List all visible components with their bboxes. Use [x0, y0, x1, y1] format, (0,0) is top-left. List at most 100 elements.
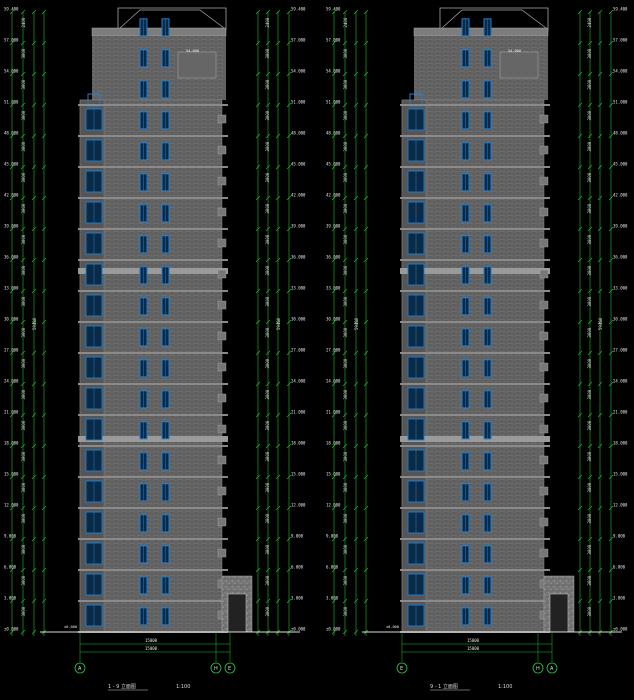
ac-unit	[217, 455, 227, 465]
elevation-label: 3.000	[291, 596, 304, 601]
floor-height-label: 3000	[343, 203, 348, 213]
elevation-label: 30.000	[326, 317, 341, 322]
ac-unit	[539, 300, 549, 310]
floor-slab	[78, 507, 228, 509]
ac-unit	[217, 424, 227, 434]
axis-label: H	[214, 666, 218, 672]
roof-elevation-label: 54.000	[186, 49, 199, 53]
floor-height-label: 3000	[265, 172, 270, 182]
axis-label: A	[550, 666, 554, 672]
elevation-label: 54.000	[613, 69, 628, 74]
floor-height-label: 3000	[587, 327, 592, 337]
floor-height-label: 3000	[265, 358, 270, 368]
floor-height-label: 3000	[343, 358, 348, 368]
floor-height-label: 3000	[587, 482, 592, 492]
elevation-label: 18.000	[291, 441, 306, 446]
elevation-drawing-sheet: 59.400 59.4002400 240057.000 57.0003000 3000…	[4, 7, 628, 691]
floor-height-label: 3000	[587, 172, 592, 182]
floor-height-label: 2400	[587, 17, 592, 27]
ac-unit	[539, 269, 549, 279]
scale-left: 1:100	[176, 684, 190, 690]
axis-label: A	[78, 666, 82, 672]
total-height-label: 59400	[598, 317, 603, 330]
elevation-label: 45.000	[4, 162, 19, 167]
elevation-label: 42.000	[326, 193, 341, 198]
elevation-label: 51.000	[291, 100, 306, 105]
floor-height-label: 3000	[21, 420, 26, 430]
elevation-label: 33.000	[613, 286, 628, 291]
ac-unit	[539, 362, 549, 372]
floor-height-label: 3000	[343, 389, 348, 399]
floor-height-label: 3000	[265, 79, 270, 89]
floor-height-label: 3000	[343, 513, 348, 523]
elevation-label: 36.000	[291, 255, 306, 260]
elevation-label: 45.000	[291, 162, 306, 167]
elevation-label: 21.000	[613, 410, 628, 415]
span-label: 15000	[467, 646, 480, 651]
ac-unit	[539, 238, 549, 248]
roof-frame	[117, 7, 227, 31]
floor-height-label: 3000	[265, 420, 270, 430]
floor-height-label: 3000	[21, 358, 26, 368]
elevation-label: 12.000	[326, 503, 341, 508]
floor-height-label: 3000	[21, 172, 26, 182]
floor-height-label: 3000	[265, 48, 270, 58]
floor-height-label: 3000	[265, 513, 270, 523]
floor-height-label: 3000	[21, 203, 26, 213]
floor-height-label: 3000	[587, 203, 592, 213]
floor-height-label: 3000	[587, 451, 592, 461]
elevation-label: 27.000	[4, 348, 19, 353]
floor-slab	[78, 290, 228, 292]
elevation-label: 21.000	[326, 410, 341, 415]
floor-height-label: 3000	[21, 451, 26, 461]
elevation-label: 24.000	[326, 379, 341, 384]
elevation-label: 30.000	[291, 317, 306, 322]
entrance-door	[549, 593, 569, 633]
floor-slab	[78, 104, 228, 106]
floor-height-label: 3000	[343, 420, 348, 430]
elevation-label: 45.000	[326, 162, 341, 167]
floor-height-label: 3000	[587, 606, 592, 616]
floor-slab	[400, 569, 550, 571]
floor-slab	[400, 538, 550, 540]
elevation-label: 51.000	[613, 100, 628, 105]
elevation-label: 6.000	[4, 565, 17, 570]
elevation-label: 48.000	[613, 131, 628, 136]
floor-slab	[400, 445, 550, 447]
floor-slab	[400, 135, 550, 137]
floor-height-label: 3000	[587, 575, 592, 585]
ac-unit	[217, 548, 227, 558]
floor-height-label: 3000	[343, 575, 348, 585]
elevation-label: 15.000	[291, 472, 306, 477]
floor-height-label: 3000	[265, 544, 270, 554]
floor-height-label: 3000	[343, 79, 348, 89]
elevation-label: 33.000	[291, 286, 306, 291]
elevation-label: 12.000	[4, 503, 19, 508]
floor-slab	[400, 197, 550, 199]
floor-height-label: 3000	[265, 606, 270, 616]
floor-height-label: 3000	[21, 327, 26, 337]
elevation-label: 51.000	[326, 100, 341, 105]
floor-height-label: 2400	[265, 17, 270, 27]
floor-height-label: 3000	[265, 451, 270, 461]
elevation-label: 59.400	[4, 7, 19, 12]
floor-slab	[78, 476, 228, 478]
elevation-label: 42.000	[4, 193, 19, 198]
floor-height-label: 3000	[265, 482, 270, 492]
floor-height-label: 3000	[343, 265, 348, 275]
elevation-label: 39.000	[4, 224, 19, 229]
base-elevation-label: ±0.000	[64, 625, 77, 629]
elevation-label: 59.400	[613, 7, 628, 12]
floor-height-label: 3000	[21, 606, 26, 616]
floor-height-label: 2400	[343, 17, 348, 27]
roof-elevation-label: 54.000	[508, 49, 521, 53]
elevation-right-body: 59.400 59.4002400 240057.000 57.0003000 3000…	[326, 7, 628, 691]
elevation-label: 36.000	[4, 255, 19, 260]
elevation-label: 36.000	[613, 255, 628, 260]
elevation-label: 9.000	[326, 534, 339, 539]
span-label: 15000	[145, 646, 158, 651]
floor-height-label: 3000	[21, 575, 26, 585]
total-height-label: 59400	[276, 317, 281, 330]
floor-height-label: 3000	[343, 110, 348, 120]
floor-height-label: 3000	[587, 48, 592, 58]
